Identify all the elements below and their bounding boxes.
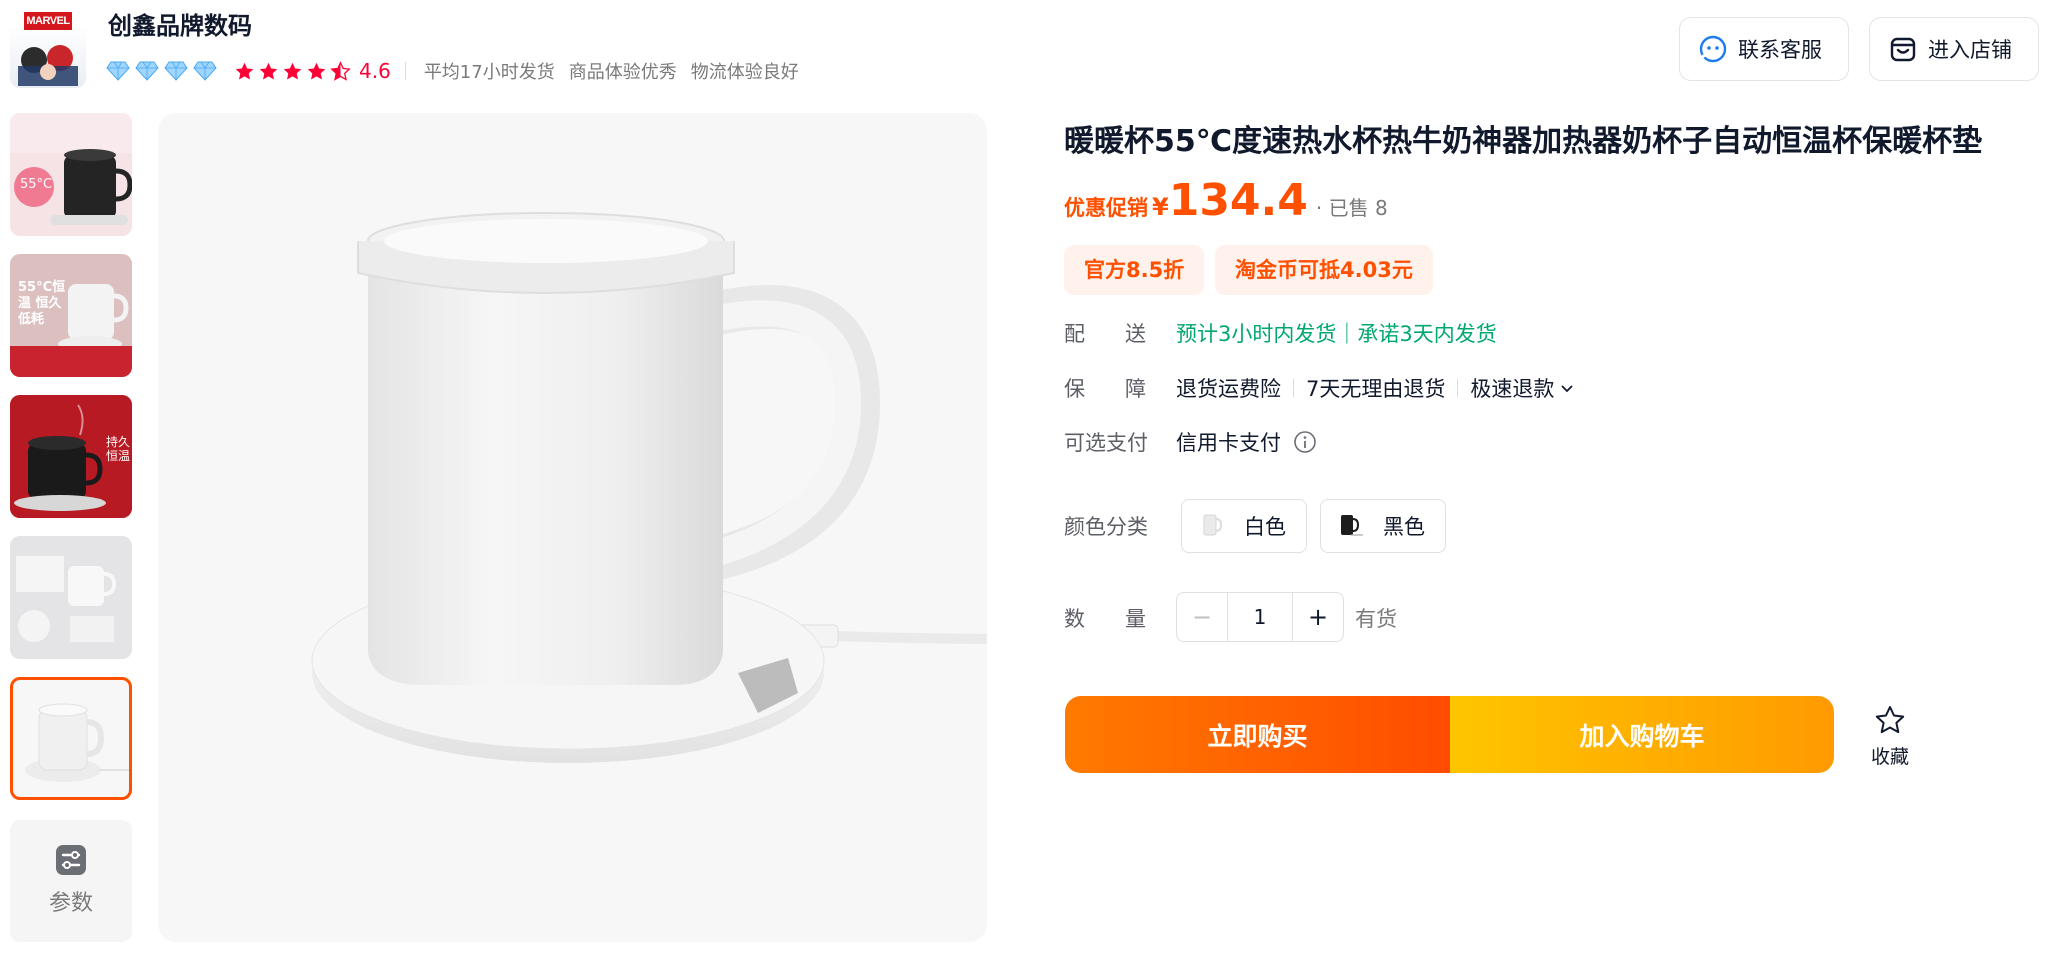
shop-logo[interactable]: MARVEL — [10, 10, 86, 88]
thumbnail[interactable]: 55°C — [10, 113, 132, 236]
thumbnail-caption: 55°C — [20, 177, 53, 192]
main-product-image[interactable] — [158, 113, 987, 942]
color-option-white[interactable]: 白色 — [1181, 499, 1307, 553]
guarantee-item: 退货运费险 — [1176, 377, 1281, 401]
quantity-input[interactable]: 1 — [1228, 592, 1292, 642]
diamond-icon — [193, 61, 217, 81]
color-option-black[interactable]: 黑色 — [1320, 499, 1446, 553]
info-icon[interactable] — [1293, 430, 1317, 454]
chevron-down-icon — [1561, 385, 1574, 393]
params-label: 参数 — [48, 891, 93, 916]
add-to-cart-button[interactable]: 加入购物车 — [1450, 696, 1834, 773]
shop-metric: 物流体验良好 — [690, 62, 799, 83]
divider — [1293, 379, 1294, 397]
thumbnail-caption: 55°C恒温 恒久低耗 — [18, 280, 66, 327]
diamond-icon — [135, 61, 159, 81]
sold-count: · 已售 8 — [1315, 196, 1388, 220]
params-icon — [56, 845, 86, 875]
shop-rating: 4.6 — [359, 59, 391, 83]
divider — [1457, 379, 1459, 397]
favorite-label: 收藏 — [1870, 746, 1909, 768]
price-row: 优惠促销 ¥ 134.4 · 已售 8 — [1064, 176, 1388, 226]
star-icon — [259, 62, 278, 79]
contact-service-button[interactable]: 联系客服 — [1679, 17, 1849, 81]
shop-metric: 商品体验优秀 — [568, 62, 677, 83]
stock-status: 有货 — [1355, 607, 1397, 631]
thumbnail-image — [25, 703, 129, 782]
promo-label: 优惠促销 — [1064, 196, 1148, 220]
store-icon — [1890, 37, 1916, 62]
contact-service-label: 联系客服 — [1738, 38, 1822, 62]
star-icon — [307, 62, 326, 79]
shipping-info: 预计3小时内发货｜承诺3天内发货 — [1176, 322, 1497, 346]
shipping-label: 配送 — [1064, 322, 1186, 346]
quantity-decrease-button[interactable]: − — [1176, 592, 1228, 642]
payment-label: 可选支付 — [1064, 431, 1148, 455]
guarantee-list[interactable]: 退货运费险 7天无理由退货 极速退款 — [1176, 373, 1576, 403]
color-option-label: 黑色 — [1383, 515, 1425, 539]
thumbnail[interactable] — [10, 536, 132, 659]
star-icon — [235, 62, 254, 79]
payment-info: 信用卡支付 — [1176, 427, 1317, 457]
guarantee-label: 保障 — [1064, 377, 1186, 401]
favorite-button[interactable]: 收藏 — [1864, 704, 1916, 769]
guarantee-item: 7天无理由退货 — [1306, 377, 1446, 401]
thumbnail-active[interactable] — [10, 677, 132, 800]
color-option-label: 白色 — [1244, 515, 1286, 539]
thumbnail[interactable]: 55°C恒温 恒久低耗 — [10, 254, 132, 377]
payment-method: 信用卡支付 — [1176, 431, 1281, 455]
quantity-label: 数量 — [1064, 607, 1186, 631]
mug-image — [311, 212, 987, 763]
star-icon — [283, 62, 302, 79]
thumbnail-caption: 持久恒温 — [106, 435, 131, 463]
quantity-increase-button[interactable]: + — [1292, 592, 1344, 642]
price: 134.4 — [1168, 175, 1308, 226]
thumbnail[interactable]: 持久恒温 — [10, 395, 132, 518]
guarantee-item: 极速退款 — [1470, 377, 1555, 401]
black-mug-thumb — [1341, 515, 1363, 536]
customer-service-icon — [1699, 35, 1727, 63]
shop-name[interactable]: 创鑫品牌数码 — [108, 8, 252, 44]
quantity-stepper: − 1 + — [1176, 592, 1344, 642]
params-button[interactable]: 参数 — [10, 820, 132, 942]
half-star-icon — [330, 60, 351, 81]
currency-symbol: ¥ — [1152, 193, 1169, 221]
enter-store-button[interactable]: 进入店铺 — [1869, 17, 2039, 81]
diamond-icon — [164, 61, 188, 81]
shop-metric: 平均17小时发货 — [423, 62, 555, 83]
shop-badges: 4.6 平均17小时发货 商品体验优秀 物流体验良好 — [106, 56, 813, 86]
diamond-icon — [106, 61, 130, 81]
product-title: 暖暖杯55℃度速热水杯热牛奶神器加热器奶杯子自动恒温杯保暖杯垫 — [1064, 124, 1983, 159]
thumbnail-image — [10, 536, 132, 659]
enter-store-label: 进入店铺 — [1928, 38, 2012, 62]
star-outline-icon — [1875, 706, 1905, 734]
color-label: 颜色分类 — [1064, 515, 1148, 539]
thumbnail-image — [10, 113, 132, 225]
coupon-badge[interactable]: 官方8.5折 — [1064, 245, 1205, 295]
divider — [404, 62, 406, 80]
buy-now-button[interactable]: 立即购买 — [1065, 696, 1450, 773]
white-mug-thumb — [1203, 514, 1223, 536]
rating-stars — [234, 60, 354, 82]
shop-logo-image — [18, 45, 78, 86]
coupon-badge[interactable]: 淘金币可抵4.03元 — [1215, 245, 1433, 295]
